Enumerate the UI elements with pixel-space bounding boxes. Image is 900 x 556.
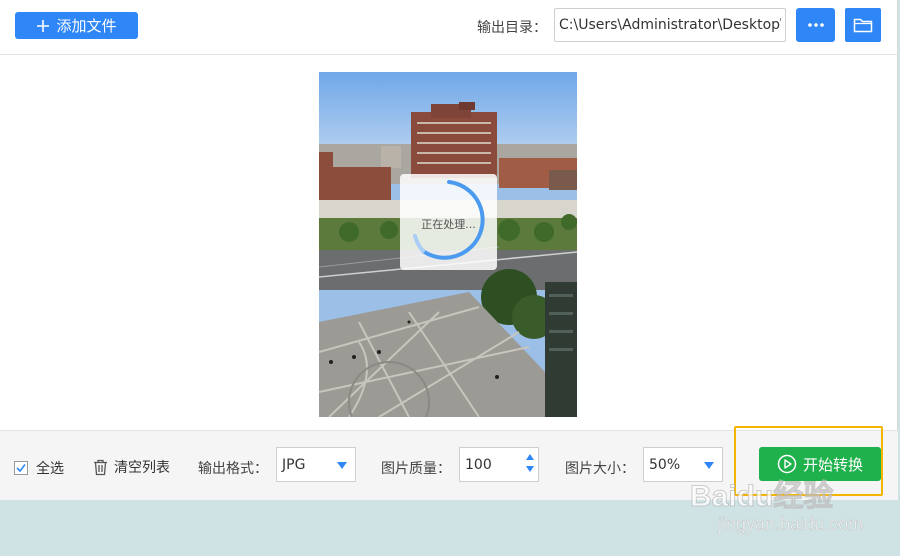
more-options-button[interactable] bbox=[796, 8, 835, 42]
start-convert-label: 开始转换 bbox=[802, 455, 863, 474]
decrement-icon[interactable] bbox=[526, 466, 534, 472]
image-size-value: 50% bbox=[649, 456, 681, 473]
output-dir-label: 输出目录： bbox=[477, 20, 547, 36]
caret-down-icon bbox=[337, 462, 347, 469]
output-dir-input[interactable] bbox=[554, 8, 786, 42]
image-size-label: 图片大小： bbox=[565, 461, 635, 477]
top-toolbar: 添加文件 输出目录： bbox=[0, 0, 898, 55]
plus-icon bbox=[37, 19, 50, 32]
add-file-button[interactable]: 添加文件 bbox=[15, 12, 138, 39]
more-icon bbox=[807, 23, 824, 27]
start-convert-button[interactable]: 开始转换 bbox=[759, 447, 881, 481]
folder-icon bbox=[853, 18, 873, 33]
clear-list-label: 清空列表 bbox=[114, 460, 170, 476]
processing-text: 正在处理... bbox=[421, 218, 476, 231]
processing-overlay: 正在处理... bbox=[400, 174, 497, 270]
caret-down-icon bbox=[704, 462, 714, 469]
output-format-label: 输出格式： bbox=[198, 461, 268, 477]
play-circle-icon bbox=[777, 454, 797, 474]
output-format-select[interactable]: JPG bbox=[276, 447, 356, 482]
increment-icon[interactable] bbox=[526, 454, 534, 460]
trash-icon bbox=[94, 459, 107, 475]
image-size-select[interactable]: 50% bbox=[643, 447, 723, 482]
clear-list-button[interactable]: 清空列表 bbox=[93, 457, 170, 477]
checkbox-checked-icon[interactable] bbox=[14, 461, 28, 475]
add-file-label: 添加文件 bbox=[56, 17, 117, 35]
image-quality-value: 100 bbox=[465, 456, 492, 473]
app-window: 添加文件 输出目录： C:\Users\Administrator\Deskto… bbox=[0, 0, 898, 500]
image-quality-label: 图片质量： bbox=[381, 461, 451, 477]
image-quality-stepper[interactable]: 100 bbox=[459, 447, 539, 482]
select-all-checkbox[interactable]: 全选 bbox=[14, 458, 64, 478]
watermark-url: jingyan.baidu.com bbox=[717, 514, 863, 534]
select-all-label: 全选 bbox=[36, 461, 64, 477]
open-folder-button[interactable] bbox=[845, 8, 881, 42]
output-format-value: JPG bbox=[282, 456, 306, 473]
